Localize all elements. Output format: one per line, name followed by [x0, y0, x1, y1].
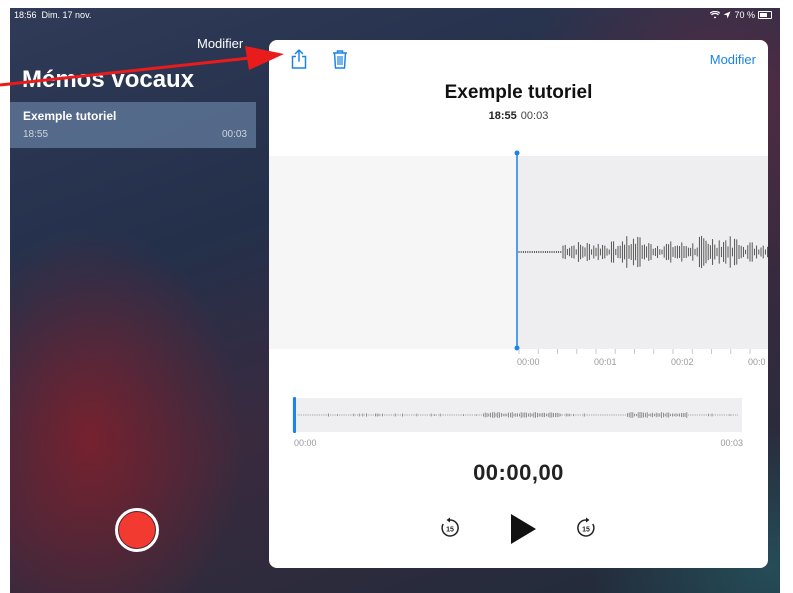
- memo-detail-panel: Modifier Exemple tutoriel 18:55 00:03 00:…: [269, 40, 768, 568]
- record-icon: [119, 512, 155, 548]
- ipad-screen: 18:56 Dim. 17 nov. 70 % Modifier Mémos v…: [10, 8, 780, 593]
- panel-edit-button[interactable]: Modifier: [710, 52, 756, 67]
- timeline-label: 00:0: [748, 357, 766, 367]
- memo-item-name: Exemple tutoriel: [23, 109, 117, 123]
- overview-scrubber[interactable]: [292, 397, 742, 433]
- timeline-label: 00:01: [594, 357, 617, 367]
- memo-meta: 18:55 00:03: [269, 110, 768, 122]
- memo-list-item[interactable]: Exemple tutoriel 18:55 00:03: [10, 102, 256, 148]
- skip-forward-15-icon: 15: [577, 517, 595, 537]
- wifi-icon: [710, 11, 721, 19]
- skip-forward-15-button[interactable]: 15: [575, 517, 597, 544]
- memo-item-duration: 00:03: [221, 129, 247, 140]
- status-bar: 18:56 Dim. 17 nov. 70 %: [10, 8, 780, 22]
- skip-back-15-button[interactable]: 15: [439, 517, 461, 544]
- skip-back-15-icon: 15: [441, 517, 459, 537]
- timeline-label: 00:00: [517, 357, 540, 367]
- overview-end-label: 00:03: [720, 438, 743, 448]
- memo-time: 18:55: [488, 110, 517, 122]
- share-icon[interactable]: [289, 48, 309, 70]
- status-time: 18:56: [14, 10, 37, 20]
- status-date: Dim. 17 nov.: [41, 10, 92, 20]
- location-icon: [723, 11, 731, 19]
- timeline-scale: 00:00 00:01 00:02 00:0: [269, 349, 768, 379]
- sidebar-title: Mémos vocaux: [22, 66, 195, 93]
- status-right: 70 %: [710, 8, 772, 22]
- play-icon: [511, 514, 536, 544]
- skip-forward-label: 15: [582, 527, 590, 534]
- memo-title: Exemple tutoriel: [444, 82, 593, 103]
- overview-playhead[interactable]: [293, 397, 296, 433]
- skip-back-label: 15: [446, 527, 454, 534]
- playhead[interactable]: [512, 150, 522, 351]
- battery-percent: 70 %: [734, 10, 755, 20]
- timeline-ticks: [518, 349, 751, 354]
- waveform-editor[interactable]: [269, 150, 768, 351]
- trash-icon[interactable]: [330, 48, 350, 70]
- playback-counter: 00:00,00: [473, 460, 564, 485]
- timeline-label: 00:02: [671, 357, 694, 367]
- record-button[interactable]: [115, 508, 159, 552]
- memo-item-time: 18:55: [23, 129, 49, 140]
- status-left: 18:56 Dim. 17 nov.: [14, 8, 91, 22]
- play-button[interactable]: [508, 512, 538, 551]
- memo-duration: 00:03: [520, 110, 549, 122]
- overview-start-label: 00:00: [294, 438, 317, 448]
- battery-icon: [758, 11, 772, 19]
- overview-waveform: [297, 412, 738, 418]
- sidebar-edit-button[interactable]: Modifier: [197, 36, 243, 51]
